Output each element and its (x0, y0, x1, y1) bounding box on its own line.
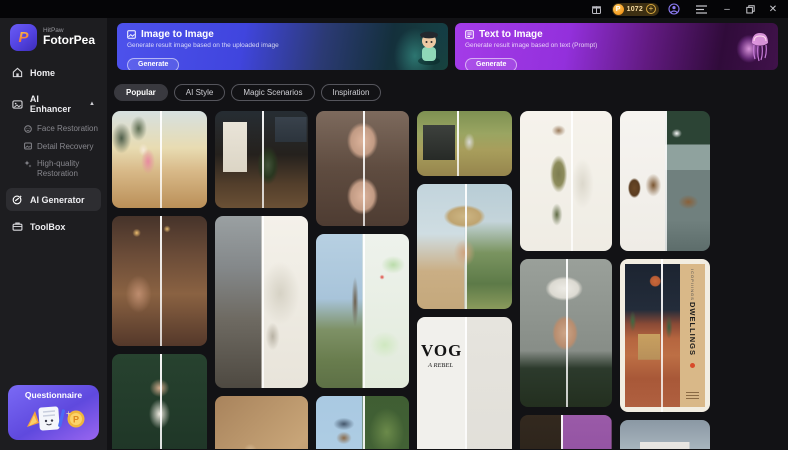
banner-subtitle: Generate result image based on text (Pro… (465, 42, 768, 49)
gallery-card-bearded-man[interactable] (112, 354, 207, 449)
sidebar-item-label: AI Generator (30, 195, 85, 205)
vogue-tagline-text: A REBEL (428, 362, 453, 369)
gift-icon[interactable] (591, 3, 603, 15)
gallery-card-purple-portrait[interactable] (520, 415, 612, 449)
menu-icon[interactable] (695, 3, 707, 15)
sidebar-item-label: AI Enhancer (30, 94, 82, 114)
image-to-image-generate-button[interactable]: Generate (127, 58, 179, 71)
gallery-card-eiffel-map[interactable] (316, 234, 409, 388)
gallery-card-portrait-before-after[interactable] (316, 111, 409, 226)
ai-enhancer-icon (12, 99, 23, 110)
ai-generator-icon (12, 194, 23, 205)
face-restoration-icon (24, 125, 32, 133)
questionnaire-card[interactable]: Questionnaire P + (8, 385, 99, 440)
gallery-card-vogue-cover[interactable]: VOG A REBEL (417, 317, 512, 449)
gallery-column: VOG A REBEL (417, 111, 512, 449)
gallery-card-dwellings-poster[interactable]: ICOPIIINGS DWELLINGS (620, 259, 710, 412)
banner-subtitle: Generate result image based on the uploa… (127, 42, 438, 49)
toolbox-icon (12, 221, 23, 232)
dwellings-dot (690, 363, 695, 368)
app-logo-icon: P (10, 24, 37, 51)
inspiration-gallery: VOG A REBEL ICOPIIINGS DWELLINGS (112, 111, 788, 449)
dwellings-side-panel: ICOPIIINGS DWELLINGS (680, 264, 705, 407)
gallery-card-restaurant-woman[interactable] (112, 216, 207, 346)
anime-character-illustration (416, 27, 442, 65)
text-to-image-banner: Text to Image Generate result image base… (455, 23, 778, 70)
image-to-image-banner: Image to Image Generate result image bas… (117, 23, 448, 70)
account-icon[interactable] (668, 3, 680, 15)
sidebar-item-home[interactable]: Home (6, 61, 101, 84)
questionnaire-label: Questionnaire (8, 390, 99, 400)
text-icon (465, 30, 474, 39)
sidebar-item-label: ToolBox (30, 222, 65, 232)
home-icon (12, 67, 23, 78)
app-brand: P HitPaw FotorPea (10, 24, 99, 51)
sidebar-nav: Home AI Enhancer ▲ Face Restoration Deta… (0, 61, 107, 238)
gallery-column (520, 111, 612, 449)
coin-count: 1072 (627, 6, 643, 13)
tab-ai-style[interactable]: AI Style (174, 84, 226, 101)
gallery-column: ICOPIIINGS DWELLINGS (620, 111, 710, 449)
restore-button[interactable] (743, 2, 757, 16)
brand-bottom-text: FotorPea (43, 34, 95, 47)
titlebar: P 1072 + – ✕ (0, 0, 788, 18)
sidebar-item-label: Face Restoration (37, 124, 98, 134)
sidebar-item-high-quality-restoration[interactable]: High-quality Restoration (6, 155, 101, 182)
main-content: Image to Image Generate result image bas… (107, 18, 788, 450)
text-to-image-generate-button[interactable]: Generate (465, 58, 517, 71)
dwellings-fineprint (686, 392, 699, 401)
high-quality-icon (24, 160, 32, 168)
gallery-card-family-tv[interactable] (417, 111, 512, 176)
banner-title: Image to Image (141, 29, 214, 40)
sidebar-item-label: Detail Recovery (37, 142, 93, 152)
gallery-card-skater-beach[interactable] (112, 111, 207, 208)
dwellings-side-text: ICOPIIINGS (690, 269, 695, 301)
detail-recovery-icon (24, 142, 32, 150)
chevron-up-icon[interactable]: ▲ (89, 101, 95, 107)
svg-text:+: + (66, 409, 71, 418)
banner-title: Text to Image (479, 29, 543, 40)
dwellings-poster-art (625, 264, 680, 407)
sidebar-item-toolbox[interactable]: ToolBox (6, 215, 101, 238)
category-tabs: Popular AI Style Magic Scenarios Inspira… (114, 84, 788, 101)
vogue-masthead-text: VOG (421, 341, 462, 361)
gallery-card-architecture-sketch[interactable] (215, 216, 308, 388)
coin-balance-pill[interactable]: P 1072 + (612, 3, 659, 16)
sidebar-item-label: Home (30, 68, 55, 78)
sidebar-item-face-restoration[interactable]: Face Restoration (6, 120, 101, 138)
image-icon (127, 30, 136, 39)
gallery-card-temple[interactable] (316, 396, 409, 449)
dwellings-title-text: DWELLINGS (688, 302, 697, 356)
sidebar-item-ai-generator[interactable]: AI Generator (6, 188, 101, 211)
jellyfish-illustration (748, 27, 772, 65)
svg-text:P: P (72, 415, 78, 425)
gallery-card-mountain-couple[interactable] (620, 420, 710, 449)
tab-inspiration[interactable]: Inspiration (321, 84, 382, 101)
sidebar-item-label: High-quality Restoration (37, 159, 99, 178)
sidebar-item-ai-enhancer[interactable]: AI Enhancer ▲ (6, 88, 101, 120)
coin-icon: P (613, 4, 624, 15)
gallery-column (215, 111, 308, 449)
gallery-card-beavers-boat[interactable] (620, 111, 710, 251)
tab-magic-scenarios[interactable]: Magic Scenarios (231, 84, 314, 101)
gallery-card-anime-figure[interactable] (215, 111, 308, 208)
gallery-column (316, 111, 409, 449)
add-coins-icon[interactable]: + (646, 4, 656, 14)
gallery-card-safari-man[interactable] (417, 184, 512, 309)
banner-row: Image to Image Generate result image bas… (117, 23, 778, 70)
gallery-card-soldier-illustration[interactable] (520, 111, 612, 251)
sidebar: P HitPaw FotorPea Home AI Enhancer ▲ Fac… (0, 18, 107, 450)
gallery-card-vintage-couple[interactable] (215, 396, 308, 449)
minimize-button[interactable]: – (720, 2, 734, 16)
tab-popular[interactable]: Popular (114, 84, 168, 101)
gallery-column (112, 111, 207, 449)
gallery-card-cap-man[interactable] (520, 259, 612, 407)
questionnaire-illustration-icon: P + (19, 401, 89, 433)
sidebar-item-detail-recovery[interactable]: Detail Recovery (6, 138, 101, 156)
close-button[interactable]: ✕ (766, 2, 780, 16)
